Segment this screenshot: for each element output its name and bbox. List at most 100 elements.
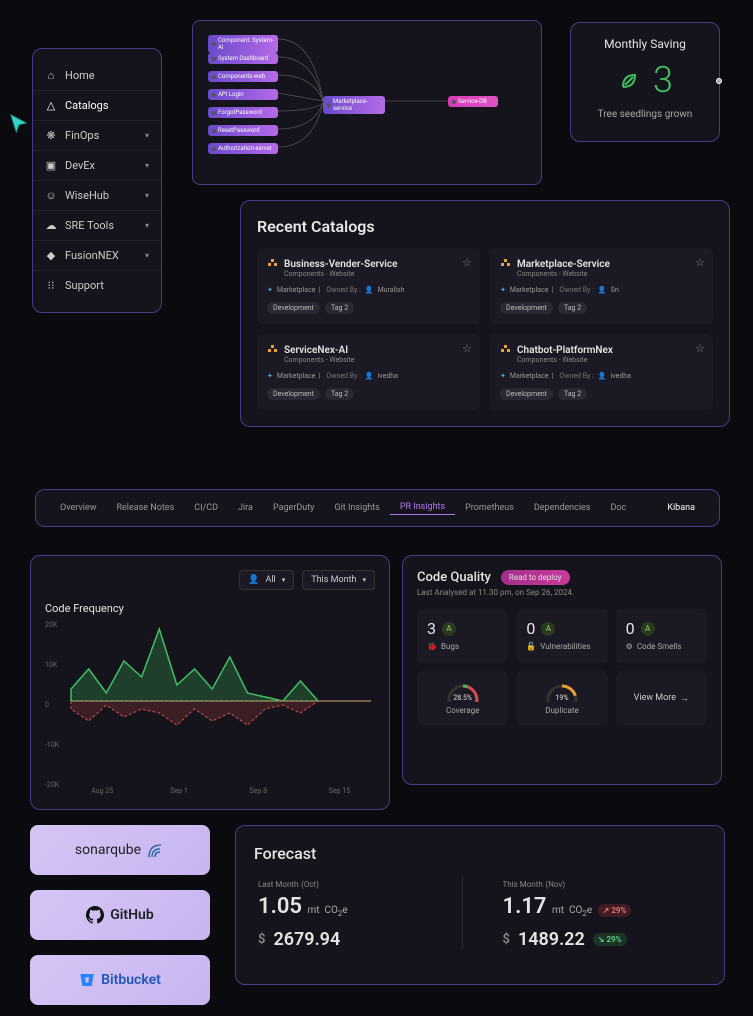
- sidebar-item-sretools[interactable]: ☁ SRE Tools ▾: [33, 211, 161, 241]
- forecast-title: Forecast: [254, 844, 706, 863]
- sidebar-item-home[interactable]: ⌂ Home: [33, 61, 161, 91]
- finops-icon: ❋: [45, 130, 57, 142]
- tag[interactable]: Tag 2: [325, 388, 354, 400]
- duplicate-card: 19%Duplicate: [516, 671, 607, 725]
- sidebar-label: Home: [65, 69, 95, 82]
- diagram-node[interactable]: Authorization-server: [208, 143, 278, 154]
- delta-badge: ↗ 29%: [598, 904, 632, 917]
- github-icon: [86, 906, 104, 924]
- sidebar-item-devex[interactable]: ▣ DevEx ▾: [33, 151, 161, 181]
- catalog-card[interactable]: ☆ Business-Vender-Service Components - W…: [257, 248, 480, 324]
- filter-all-dropdown[interactable]: 👤All▾: [239, 570, 294, 590]
- home-icon: ⌂: [45, 70, 57, 82]
- quality-metric-card: 3A 🐞Bugs: [417, 609, 508, 663]
- sretools-icon: ☁: [45, 220, 57, 232]
- sidebar-label: SRE Tools: [65, 219, 114, 232]
- wisehub-icon: ☺: [45, 190, 57, 202]
- sidebar-item-fusionnex[interactable]: ◆ FusionNEX ▾: [33, 241, 161, 271]
- metric-icon: ⚙: [626, 642, 633, 651]
- tag[interactable]: Development: [267, 302, 320, 314]
- monthly-saving-card: Monthly Saving 3 Tree seedlings grown: [570, 22, 720, 142]
- tag[interactable]: Development: [500, 302, 553, 314]
- forecast-panel: Forecast Last Month (Oct) 1.05 mt CO2e $…: [235, 825, 725, 985]
- tab-release-notes[interactable]: Release Notes: [106, 503, 184, 513]
- code-frequency-chart: 20K 10K 0 -10K -20K Aug 25 Sep 1 Sep 8 S…: [45, 621, 375, 781]
- catalog-card[interactable]: ☆ Marketplace-Service Components - Websi…: [490, 248, 713, 324]
- forecast-last-month: Last Month (Oct) 1.05 mt CO2e $ 2679.94: [254, 877, 463, 950]
- chevron-down-icon: ▾: [145, 221, 149, 230]
- metric-icon: 🔓: [526, 642, 536, 651]
- person-icon: 👤: [598, 372, 607, 380]
- tag[interactable]: Development: [267, 388, 320, 400]
- sidebar-item-wisehub[interactable]: ☺ WiseHub ▾: [33, 181, 161, 211]
- grade-badge: A: [541, 622, 555, 636]
- sidebar-item-support[interactable]: ⁝⁝ Support: [33, 271, 161, 300]
- tag[interactable]: Tag 2: [558, 302, 587, 314]
- component-icon: [267, 258, 279, 270]
- star-icon[interactable]: ☆: [695, 256, 705, 269]
- code-frequency-panel: 👤All▾ This Month▾ Code Frequency 20K 10K…: [30, 555, 390, 810]
- chevron-down-icon: ▾: [282, 576, 286, 584]
- catalog-card[interactable]: ☆ Chatbot-PlatformNex Components - Websi…: [490, 334, 713, 410]
- view-more-button[interactable]: View More →: [616, 671, 707, 725]
- star-icon[interactable]: ☆: [695, 342, 705, 355]
- tab-ci-cd[interactable]: CI/CD: [184, 503, 228, 513]
- grade-badge: A: [641, 622, 655, 636]
- person-icon: 👤: [365, 286, 374, 294]
- dependency-diagram: Component: System-AI System Dashboard Co…: [192, 20, 542, 185]
- code-quality-title: Code Quality: [417, 570, 491, 585]
- chevron-down-icon: ▾: [362, 576, 366, 584]
- diagram-node-center[interactable]: Marketplace-service: [323, 96, 385, 114]
- star-icon[interactable]: ☆: [462, 256, 472, 269]
- diagram-node[interactable]: System Dashboard: [208, 53, 278, 64]
- chevron-down-icon: ▾: [145, 191, 149, 200]
- person-icon: 👤: [598, 286, 607, 294]
- tab-jira[interactable]: Jira: [228, 503, 263, 513]
- saving-title: Monthly Saving: [585, 37, 705, 51]
- quality-metric-card: 0A ⚙Code Smells: [616, 609, 707, 663]
- integration-github[interactable]: GitHub: [30, 890, 210, 940]
- sidebar-label: FinOps: [65, 129, 99, 142]
- diagram-node[interactable]: Component: System-AI: [208, 35, 278, 53]
- catalog-card[interactable]: ☆ ServiceNex-AI Components - Website ✦ M…: [257, 334, 480, 410]
- catalogs-title: Recent Catalogs: [257, 217, 713, 236]
- support-icon: ⁝⁝: [45, 280, 57, 292]
- sidebar-label: WiseHub: [65, 189, 109, 202]
- tab-prometheus[interactable]: Prometheus: [455, 503, 524, 513]
- tabs-bar: OverviewRelease NotesCI/CDJiraPagerDutyG…: [35, 489, 720, 527]
- tab-dependencies[interactable]: Dependencies: [524, 503, 601, 513]
- bitbucket-icon: [79, 972, 95, 988]
- tab-kibana[interactable]: Kibana: [657, 503, 705, 513]
- catalogs-icon: △: [45, 100, 57, 112]
- sidebar-label: FusionNEX: [65, 249, 119, 262]
- sidebar: ⌂ Home △ Catalogs ❋ FinOps ▾ ▣ DevEx ▾ ☺…: [32, 48, 162, 313]
- code-quality-panel: Code Quality Read to deploy Last Analyse…: [402, 555, 722, 785]
- tab-overview[interactable]: Overview: [50, 503, 106, 513]
- diagram-node-right[interactable]: Service-DB: [448, 96, 498, 107]
- tag[interactable]: Development: [500, 388, 553, 400]
- sidebar-item-catalogs[interactable]: △ Catalogs: [33, 91, 161, 121]
- tag[interactable]: Tag 2: [558, 388, 587, 400]
- diagram-node[interactable]: API Login: [208, 89, 278, 100]
- tab-pr-insights[interactable]: PR Insights: [390, 502, 455, 515]
- diagram-node[interactable]: ForgotPassword: [208, 107, 278, 118]
- diagram-node[interactable]: ResetPassword: [208, 125, 278, 136]
- quality-metric-card: 0A 🔓Vulnerabilities: [516, 609, 607, 663]
- tab-git-insights[interactable]: Git Insights: [324, 503, 389, 513]
- tab-pagerduty[interactable]: PagerDuty: [263, 503, 324, 513]
- star-icon[interactable]: ☆: [462, 342, 472, 355]
- saving-value: 3: [653, 59, 673, 101]
- tab-doc[interactable]: Doc: [600, 503, 636, 513]
- tag[interactable]: Tag 2: [325, 302, 354, 314]
- component-icon: [267, 344, 279, 356]
- diagram-node[interactable]: Components-web: [208, 71, 278, 82]
- integration-bitbucket[interactable]: Bitbucket: [30, 955, 210, 1005]
- sidebar-item-finops[interactable]: ❋ FinOps ▾: [33, 121, 161, 151]
- chevron-down-icon: ▾: [145, 131, 149, 140]
- forecast-this-month: This Month (Nov) 1.17 mt CO2e ↗ 29% $ 14…: [463, 877, 707, 950]
- integration-sonarqube[interactable]: sonarqube: [30, 825, 210, 875]
- coverage-card: 28.5%Coverage: [417, 671, 508, 725]
- grade-badge: A: [442, 622, 456, 636]
- chevron-down-icon: ▾: [145, 161, 149, 170]
- filter-period-dropdown[interactable]: This Month▾: [302, 570, 375, 590]
